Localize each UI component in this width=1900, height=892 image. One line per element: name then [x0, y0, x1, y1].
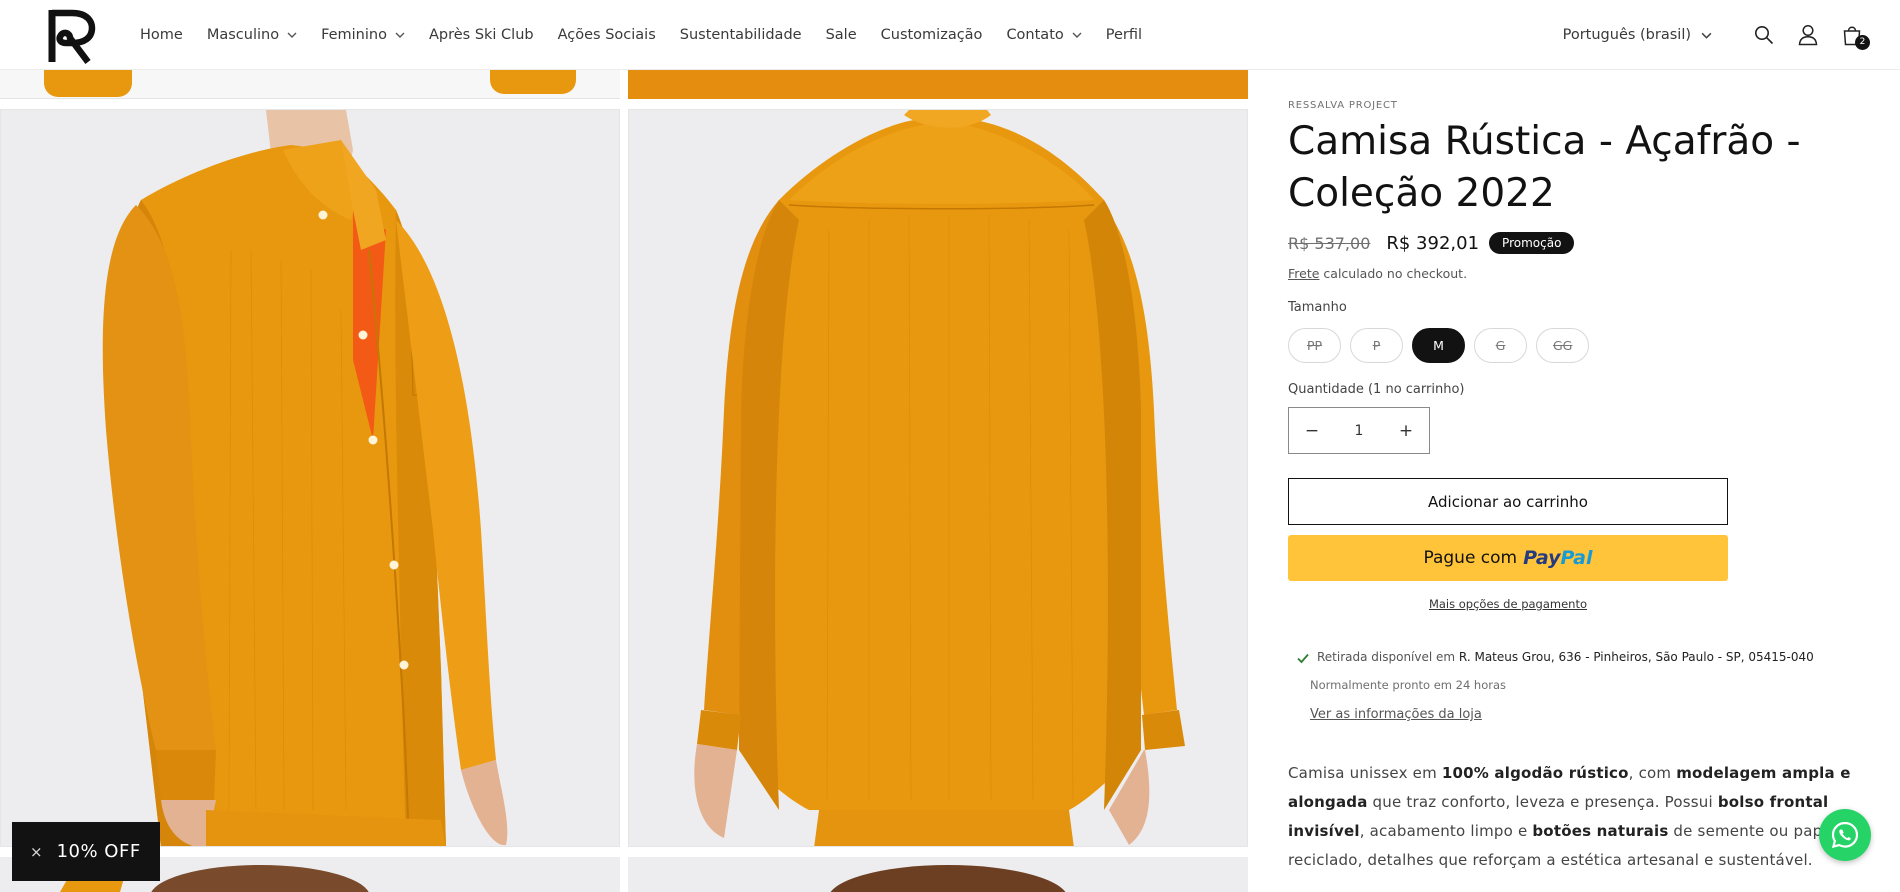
quantity-stepper: − 1 +: [1288, 407, 1430, 454]
size-option-g[interactable]: G: [1474, 328, 1527, 363]
nav-item-1[interactable]: Masculino: [207, 27, 297, 43]
product-vendor: RESSALVA PROJECT: [1288, 100, 1398, 111]
size-option-pp[interactable]: PP: [1288, 328, 1341, 363]
product-title: Camisa Rústica - Açafrão - Coleção 2022: [1288, 119, 1801, 216]
description-text: que traz conforto, leveza e presença. Po…: [1367, 793, 1718, 811]
product-description: Camisa unissex em 100% algodão rústico, …: [1288, 759, 1888, 875]
price-sale: R$ 392,01: [1386, 232, 1480, 254]
nav-item-label: Après Ski Club: [428, 27, 534, 43]
nav-item-label: Sustentabilidade: [679, 27, 802, 43]
main-nav: Home Masculino Feminino Après Ski Club Ações…: [128, 0, 1154, 70]
paypal-button[interactable]: Pague com Pay Pal: [1288, 535, 1728, 581]
paypal-prefix: Pague com: [1423, 548, 1518, 568]
cart-count-badge: 2: [1855, 35, 1870, 50]
nav-item-8[interactable]: Contato: [1006, 27, 1082, 43]
more-payment-options-link[interactable]: Mais opções de pagamento: [1288, 597, 1728, 611]
description-highlight: botões naturais: [1532, 822, 1669, 840]
pickup-location: R. Mateus Grou, 636 - Pinheiros, São Pau…: [1458, 650, 1814, 664]
quantity-increase-button[interactable]: +: [1383, 408, 1429, 453]
nav-item-6[interactable]: Sale: [826, 27, 857, 43]
sale-badge: Promoção: [1489, 232, 1575, 254]
chevron-down-icon: [1701, 32, 1712, 39]
whatsapp-chat-button[interactable]: [1819, 809, 1871, 861]
size-option-p[interactable]: P: [1350, 328, 1403, 363]
chevron-down-icon: [287, 32, 297, 38]
nav-item-4[interactable]: Ações Sociais: [558, 27, 656, 43]
logo-r-icon[interactable]: [48, 8, 102, 64]
nav-item-9[interactable]: Perfil: [1106, 27, 1142, 43]
header-actions: Português (brasil) 2: [1563, 0, 1870, 70]
paypal-logo-pay: Pay: [1523, 547, 1561, 569]
shipping-note: Frete calculado no checkout.: [1288, 266, 1467, 281]
whatsapp-icon: [1831, 821, 1859, 849]
description-text: , acabamento limpo e: [1359, 822, 1533, 840]
discount-popup[interactable]: × 10% OFF: [12, 822, 160, 881]
nav-item-label: Sale: [825, 27, 857, 43]
size-options: PP P M G GG: [1288, 328, 1598, 363]
language-label: Português (brasil): [1562, 27, 1691, 43]
quantity-label: Quantidade (1 no carrinho): [1288, 382, 1465, 397]
nav-item-2[interactable]: Feminino: [321, 27, 405, 43]
add-to-cart-button[interactable]: Adicionar ao carrinho: [1288, 478, 1728, 525]
store-info-link[interactable]: Ver as informações da loja: [1310, 707, 1482, 722]
nav-item-label: Feminino: [321, 27, 387, 43]
search-icon[interactable]: [1752, 23, 1776, 47]
description-text: , com: [1628, 764, 1677, 782]
product-image-side-view[interactable]: [0, 109, 620, 847]
description-highlight: 100% algodão rústico: [1441, 764, 1629, 782]
price-row: R$ 537,00 R$ 392,01 Promoção: [1288, 232, 1575, 254]
shirt-sleeve-fragment: [44, 70, 132, 97]
nav-item-label: Perfil: [1105, 27, 1143, 43]
nav-item-3[interactable]: Après Ski Club: [429, 27, 534, 43]
product-image-partial-top-right[interactable]: [628, 70, 1248, 99]
cart-icon[interactable]: 2: [1840, 23, 1870, 50]
account-icon[interactable]: [1796, 23, 1820, 47]
nav-item-label: Customização: [880, 27, 983, 43]
paypal-logo-pal: Pal: [1560, 547, 1593, 569]
nav-item-0[interactable]: Home: [140, 27, 183, 43]
pickup-text: Retirada disponível em R. Mateus Grou, 6…: [1317, 650, 1814, 664]
quantity-input[interactable]: 1: [1355, 423, 1364, 439]
price-regular: R$ 537,00: [1288, 233, 1371, 253]
language-selector[interactable]: Português (brasil): [1563, 27, 1712, 43]
nav-item-label: Masculino: [206, 27, 280, 43]
nav-item-label: Home: [140, 27, 183, 43]
size-label: Tamanho: [1288, 300, 1347, 315]
nav-item-label: Contato: [1006, 27, 1064, 43]
shipping-text: calculado no checkout.: [1319, 266, 1468, 281]
pickup-prefix: Retirada disponível em: [1317, 650, 1459, 664]
chevron-down-icon: [1072, 32, 1082, 38]
product-image-partial-bottom-right[interactable]: [628, 857, 1248, 892]
checkmark-icon: [1297, 653, 1309, 664]
description-text: Camisa unissex em: [1288, 764, 1442, 782]
close-icon[interactable]: ×: [30, 843, 43, 861]
pickup-time: Normalmente pronto em 24 horas: [1310, 678, 1507, 692]
chevron-down-icon: [395, 32, 405, 38]
product-image-back-view[interactable]: [628, 109, 1248, 847]
product-image-partial-top-left[interactable]: [0, 70, 620, 99]
site-header: Home Masculino Feminino Après Ski Club Ações…: [0, 0, 1900, 70]
nav-item-label: Ações Sociais: [557, 27, 656, 43]
size-option-m[interactable]: M: [1412, 328, 1465, 363]
nav-item-5[interactable]: Sustentabilidade: [680, 27, 802, 43]
nav-item-7[interactable]: Customização: [881, 27, 983, 43]
shirt-sleeve-fragment: [490, 70, 576, 94]
quantity-decrease-button[interactable]: −: [1289, 408, 1335, 453]
pickup-availability: Retirada disponível em R. Mateus Grou, 6…: [1296, 650, 1814, 665]
size-option-gg[interactable]: GG: [1536, 328, 1590, 363]
shipping-link[interactable]: Frete: [1288, 266, 1319, 281]
discount-label: 10% OFF: [56, 841, 141, 862]
